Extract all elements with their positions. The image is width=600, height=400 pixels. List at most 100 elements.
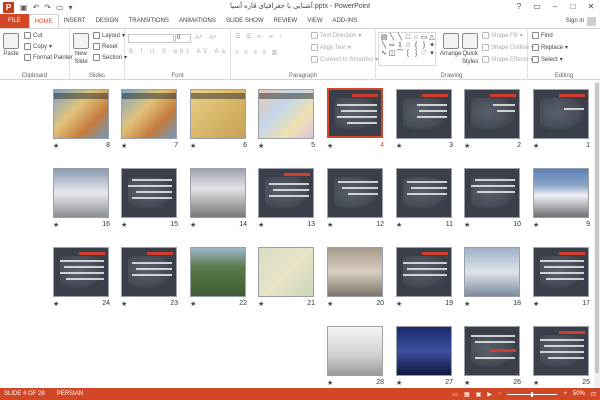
shape-more-icon[interactable]: ▾ — [428, 50, 436, 58]
slideshow-view-icon[interactable]: ▶ — [487, 391, 492, 398]
redo-icon[interactable]: ↷ — [44, 3, 51, 12]
shape-effects-button[interactable]: Shape Effects ▾ — [482, 56, 533, 63]
shape-arrow2-icon[interactable]: ⇩ — [396, 42, 404, 50]
sign-in[interactable]: Sign in — [566, 14, 596, 28]
slide-thumbnail[interactable] — [190, 89, 246, 139]
shape-oval-icon[interactable]: ○ — [412, 34, 420, 42]
shape-fill-button[interactable]: Shape Fill ▾ — [482, 32, 523, 39]
zoom-level[interactable]: 50% — [573, 391, 585, 397]
align-text-button[interactable]: Align Text ▾ — [311, 44, 351, 51]
font-style-buttons[interactable]: B I U S abc AV Aa — [129, 49, 228, 55]
shape-line-icon[interactable]: ╲ — [388, 34, 396, 42]
undo-icon[interactable]: ↶ — [33, 3, 40, 12]
slide-thumbnail[interactable] — [533, 89, 589, 139]
align-buttons[interactable]: ≡ ≡ ≡ ≡ ▥ — [235, 49, 279, 56]
find-button[interactable]: Find — [532, 32, 553, 39]
tab-insert[interactable]: INSERT — [59, 14, 91, 28]
zoom-out-icon[interactable]: − — [498, 391, 502, 397]
tab-design[interactable]: DESIGN — [91, 14, 124, 28]
slide-thumbnail[interactable] — [121, 89, 177, 139]
normal-view-icon[interactable]: ▭ — [452, 391, 458, 398]
slide-thumbnail[interactable] — [121, 168, 177, 218]
tab-animations[interactable]: ANIMATIONS — [174, 14, 221, 28]
font-name-box[interactable] — [128, 34, 174, 43]
slide-thumbnail[interactable] — [533, 168, 589, 218]
tab-add-ins[interactable]: ADD-INS — [328, 14, 363, 28]
slide-thumbnail[interactable] — [258, 89, 314, 139]
tab-view[interactable]: VIEW — [302, 14, 327, 28]
paste-button[interactable]: Paste — [3, 33, 19, 57]
maximize-button[interactable]: □ — [564, 0, 582, 13]
slide-thumbnail[interactable] — [464, 168, 520, 218]
layout-button[interactable]: Layout ▾ — [93, 32, 125, 39]
arrange-button[interactable]: Arrange — [440, 33, 461, 57]
language-indicator[interactable]: PERSIAN — [57, 391, 83, 397]
shape-text-box-icon[interactable]: ▤ — [380, 34, 388, 42]
shape-outline-button[interactable]: Shape Outline ▾ — [482, 44, 534, 51]
powerpoint-app-icon[interactable]: P — [3, 1, 14, 13]
slide-thumbnail[interactable] — [533, 247, 589, 297]
slide-thumbnail[interactable] — [53, 247, 109, 297]
scrollbar-thumb[interactable] — [595, 83, 599, 373]
shape-bracket2-icon[interactable]: ] — [412, 50, 420, 58]
shape-bracket-icon[interactable]: [ — [404, 50, 412, 58]
tab-file[interactable]: FILE — [0, 14, 29, 28]
slide-thumbnail[interactable] — [464, 326, 520, 376]
shape-line3-icon[interactable]: ╲ — [380, 42, 388, 50]
slide-thumbnail[interactable] — [53, 89, 109, 139]
minimize-button[interactable]: – — [546, 0, 564, 13]
slide-thumbnail[interactable] — [258, 168, 314, 218]
slide-thumbnail[interactable] — [533, 326, 589, 376]
font-size-box[interactable]: 0 — [175, 34, 191, 43]
shape-brace-icon[interactable]: { — [412, 42, 420, 50]
slide-thumbnail[interactable] — [396, 89, 452, 139]
slide-thumbnail[interactable] — [464, 89, 520, 139]
shapes-gallery[interactable]: ▤ ╲ ╲ □ ○ ▭ △ ╲ ⇨ ⇩ ☆ { } ✦ ∿ ◫ ⌒ [ ] ♡ … — [378, 32, 436, 66]
tab-transitions[interactable]: TRANSITIONS — [124, 14, 174, 28]
format-painter-button[interactable]: Format Painter — [24, 54, 73, 61]
slide-thumbnail[interactable] — [396, 168, 452, 218]
slide-thumbnail-selected[interactable] — [327, 88, 383, 138]
shape-rect2-icon[interactable]: ▭ — [420, 34, 428, 42]
slide-thumbnail[interactable] — [190, 247, 246, 297]
shape-star2-icon[interactable]: ✦ — [428, 42, 436, 50]
shape-heart-icon[interactable]: ♡ — [420, 50, 428, 58]
section-button[interactable]: Section ▾ — [93, 54, 127, 61]
avatar[interactable] — [587, 16, 596, 26]
reset-button[interactable]: Reset — [93, 43, 118, 50]
zoom-slider[interactable] — [507, 391, 558, 397]
slide-thumbnail[interactable] — [258, 247, 314, 297]
list-buttons[interactable]: ☰ ☰ ⇤ ⇥ ↕ — [235, 33, 283, 40]
cut-button[interactable]: Cut — [24, 32, 42, 39]
slide-thumbnail[interactable] — [327, 247, 383, 297]
new-slide-button[interactable]: New Slide — [73, 33, 89, 65]
quick-styles-button[interactable]: Quick Styles — [462, 33, 478, 65]
shape-triangle-icon[interactable]: △ — [428, 34, 436, 42]
fit-to-window-icon[interactable]: ⊡ — [591, 391, 596, 398]
shrink-font-icon[interactable]: A˅ — [209, 35, 217, 41]
slide-thumbnail[interactable] — [464, 247, 520, 297]
grow-font-icon[interactable]: A˄ — [195, 35, 203, 41]
shape-rect-icon[interactable]: □ — [404, 34, 412, 42]
shape-arrow-icon[interactable]: ⇨ — [388, 42, 396, 50]
tab-review[interactable]: REVIEW — [269, 14, 303, 28]
zoom-in-icon[interactable]: + — [563, 391, 567, 397]
sign-in-label[interactable]: Sign in — [566, 14, 584, 28]
slide-thumbnail[interactable] — [327, 326, 383, 376]
replace-button[interactable]: Replace ▾ — [532, 44, 568, 51]
shape-line2-icon[interactable]: ╲ — [396, 34, 404, 42]
slide-thumbnail[interactable] — [53, 168, 109, 218]
slide-thumbnail[interactable] — [190, 168, 246, 218]
slide-thumbnail[interactable] — [396, 326, 452, 376]
customize-icon[interactable]: ▾ — [69, 3, 73, 12]
tab-slide-show[interactable]: SLIDE SHOW — [221, 14, 269, 28]
text-direction-button[interactable]: Text Direction ▾ — [311, 32, 361, 39]
slide-thumbnail[interactable] — [396, 247, 452, 297]
select-button[interactable]: Select ▾ — [532, 56, 563, 63]
close-button[interactable]: ✕ — [582, 0, 600, 13]
slide-thumbnail[interactable] — [121, 247, 177, 297]
tab-home[interactable]: HOME — [28, 14, 59, 28]
slide-sorter-icon[interactable]: ▦ — [464, 391, 470, 398]
help-button[interactable]: ? — [510, 0, 528, 13]
vertical-scrollbar[interactable] — [594, 81, 600, 387]
